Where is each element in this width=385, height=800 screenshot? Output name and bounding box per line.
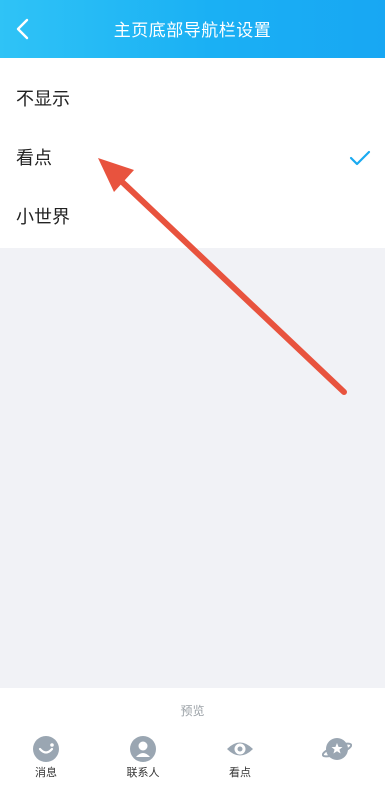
option-row-kandian[interactable]: 看点	[0, 129, 385, 189]
tab-label: 消息	[35, 766, 57, 779]
preview-tab-messages: 消息	[11, 734, 81, 780]
planet-icon	[322, 738, 352, 760]
preview-tab-contacts: 联系人	[108, 734, 178, 780]
option-label: 看点	[16, 148, 52, 169]
contact-icon	[130, 736, 156, 762]
message-icon	[33, 736, 59, 762]
option-label: 不显示	[16, 89, 70, 110]
tab-label: 看点	[229, 766, 251, 779]
preview-panel: 预览 消息 联系人 看点	[0, 688, 385, 800]
option-row-small-world[interactable]: 小世界	[0, 188, 385, 248]
preview-label: 预览	[180, 704, 205, 718]
checkmark-icon	[349, 150, 371, 166]
page-title: 主页底部导航栏设置	[113, 21, 272, 41]
option-list: 不显示 看点 小世界	[0, 58, 385, 248]
eye-icon	[227, 742, 253, 756]
option-label: 小世界	[16, 207, 70, 228]
option-row-hide[interactable]: 不显示	[0, 70, 385, 130]
tab-label: 联系人	[126, 766, 160, 779]
preview-tab-small-world	[302, 734, 372, 766]
header-bar: 主页底部导航栏设置	[0, 0, 385, 58]
preview-tab-kandian: 看点	[205, 734, 275, 780]
